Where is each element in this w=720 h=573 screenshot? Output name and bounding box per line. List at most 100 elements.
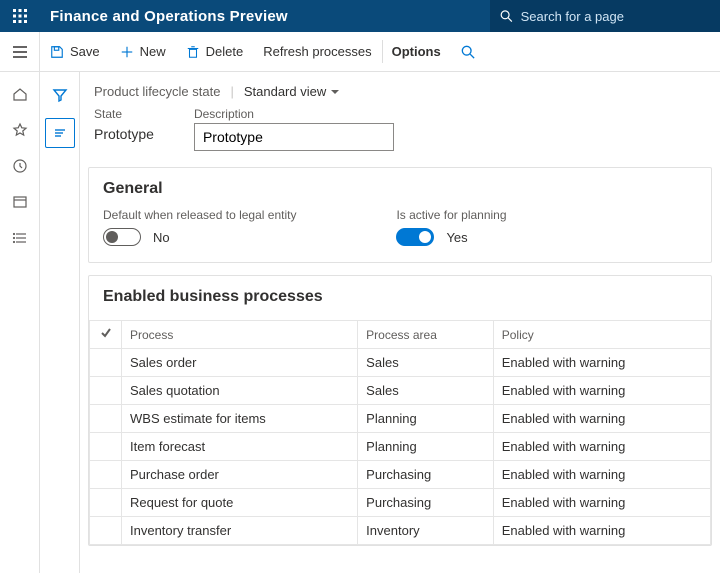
global-search[interactable] xyxy=(490,0,720,32)
delete-label: Delete xyxy=(206,44,244,59)
cell-policy[interactable]: Enabled with warning xyxy=(493,489,710,517)
favorites-button[interactable] xyxy=(6,116,34,144)
cell-process[interactable]: Sales quotation xyxy=(122,377,358,405)
breadcrumb-bar: Product lifecycle state | Standard view xyxy=(80,72,720,107)
options-button[interactable]: Options xyxy=(382,32,451,71)
recent-button[interactable] xyxy=(6,152,34,180)
cell-policy[interactable]: Enabled with warning xyxy=(493,433,710,461)
view-name: Standard view xyxy=(244,84,326,99)
search-icon xyxy=(500,9,513,23)
row-selector[interactable] xyxy=(90,405,122,433)
table-row[interactable]: WBS estimate for itemsPlanningEnabled wi… xyxy=(90,405,711,433)
col-policy[interactable]: Policy xyxy=(493,321,710,349)
row-selector[interactable] xyxy=(90,517,122,545)
save-button[interactable]: Save xyxy=(40,32,110,71)
workspaces-button[interactable] xyxy=(6,188,34,216)
list-view-button[interactable] xyxy=(45,118,75,148)
delete-button[interactable]: Delete xyxy=(176,32,254,71)
processes-table: Process Process area Policy Sales orderS… xyxy=(89,320,711,545)
cell-process[interactable]: Request for quote xyxy=(122,489,358,517)
processes-title: Enabled business processes xyxy=(89,276,711,316)
save-label: Save xyxy=(70,44,100,59)
search-icon xyxy=(461,45,475,59)
home-icon xyxy=(12,86,28,102)
clock-icon xyxy=(12,158,28,174)
refresh-processes-button[interactable]: Refresh processes xyxy=(253,32,381,71)
cell-process[interactable]: Inventory transfer xyxy=(122,517,358,545)
save-icon xyxy=(50,45,64,59)
released-toggle-group: Default when released to legal entity No xyxy=(103,208,296,246)
breadcrumb-separator: | xyxy=(230,84,233,99)
main-content: Product lifecycle state | Standard view … xyxy=(80,72,720,573)
row-selector[interactable] xyxy=(90,461,122,489)
planning-value: Yes xyxy=(446,230,467,245)
cell-area[interactable]: Planning xyxy=(358,433,494,461)
cell-process[interactable]: WBS estimate for items xyxy=(122,405,358,433)
row-selector[interactable] xyxy=(90,349,122,377)
general-title: General xyxy=(89,168,711,208)
cell-area[interactable]: Sales xyxy=(358,349,494,377)
table-row[interactable]: Item forecastPlanningEnabled with warnin… xyxy=(90,433,711,461)
cell-area[interactable]: Planning xyxy=(358,405,494,433)
filter-button[interactable] xyxy=(45,80,75,110)
home-button[interactable] xyxy=(6,80,34,108)
select-all-header[interactable] xyxy=(90,321,122,349)
cell-area[interactable]: Purchasing xyxy=(358,489,494,517)
description-label: Description xyxy=(194,107,394,121)
workspace-icon xyxy=(12,194,28,210)
app-launcher-button[interactable] xyxy=(0,0,40,32)
cell-area[interactable]: Purchasing xyxy=(358,461,494,489)
table-row[interactable]: Request for quotePurchasingEnabled with … xyxy=(90,489,711,517)
cell-policy[interactable]: Enabled with warning xyxy=(493,377,710,405)
list-icon xyxy=(12,230,28,246)
global-search-input[interactable] xyxy=(521,9,710,24)
table-row[interactable]: Purchase orderPurchasingEnabled with war… xyxy=(90,461,711,489)
chevron-down-icon xyxy=(330,87,340,97)
new-button[interactable]: New xyxy=(110,32,176,71)
table-row[interactable]: Sales orderSalesEnabled with warning xyxy=(90,349,711,377)
row-selector[interactable] xyxy=(90,489,122,517)
table-row[interactable]: Sales quotationSalesEnabled with warning xyxy=(90,377,711,405)
breadcrumb-page: Product lifecycle state xyxy=(94,84,220,99)
check-icon xyxy=(100,327,112,339)
description-input[interactable] xyxy=(194,123,394,151)
planning-toggle-group: Is active for planning Yes xyxy=(396,208,506,246)
planning-toggle[interactable] xyxy=(396,228,434,246)
col-process[interactable]: Process xyxy=(122,321,358,349)
state-label: State xyxy=(94,107,154,121)
waffle-icon xyxy=(13,9,27,23)
state-value[interactable]: Prototype xyxy=(94,123,154,147)
plus-icon xyxy=(120,45,134,59)
nav-toggle-button[interactable] xyxy=(0,32,40,72)
modules-button[interactable] xyxy=(6,224,34,252)
general-section: General Default when released to legal e… xyxy=(88,167,712,263)
released-toggle[interactable] xyxy=(103,228,141,246)
cell-policy[interactable]: Enabled with warning xyxy=(493,517,710,545)
options-label: Options xyxy=(392,44,441,59)
lines-icon xyxy=(52,125,68,141)
view-selector[interactable]: Standard view xyxy=(244,84,340,99)
cell-process[interactable]: Item forecast xyxy=(122,433,358,461)
star-icon xyxy=(12,122,28,138)
trash-icon xyxy=(186,45,200,59)
cell-process[interactable]: Purchase order xyxy=(122,461,358,489)
processes-section: Enabled business processes Process Proce… xyxy=(88,275,712,546)
col-area[interactable]: Process area xyxy=(358,321,494,349)
table-row[interactable]: Inventory transferInventoryEnabled with … xyxy=(90,517,711,545)
cell-policy[interactable]: Enabled with warning xyxy=(493,405,710,433)
cell-area[interactable]: Sales xyxy=(358,377,494,405)
planning-label: Is active for planning xyxy=(396,208,506,222)
cell-policy[interactable]: Enabled with warning xyxy=(493,349,710,377)
find-button[interactable] xyxy=(451,32,485,71)
top-header: Finance and Operations Preview xyxy=(0,0,720,32)
cell-policy[interactable]: Enabled with warning xyxy=(493,461,710,489)
hamburger-icon xyxy=(12,44,28,60)
released-value: No xyxy=(153,230,170,245)
funnel-icon xyxy=(52,87,68,103)
cell-process[interactable]: Sales order xyxy=(122,349,358,377)
cell-area[interactable]: Inventory xyxy=(358,517,494,545)
row-selector[interactable] xyxy=(90,377,122,405)
released-label: Default when released to legal entity xyxy=(103,208,296,222)
new-label: New xyxy=(140,44,166,59)
row-selector[interactable] xyxy=(90,433,122,461)
